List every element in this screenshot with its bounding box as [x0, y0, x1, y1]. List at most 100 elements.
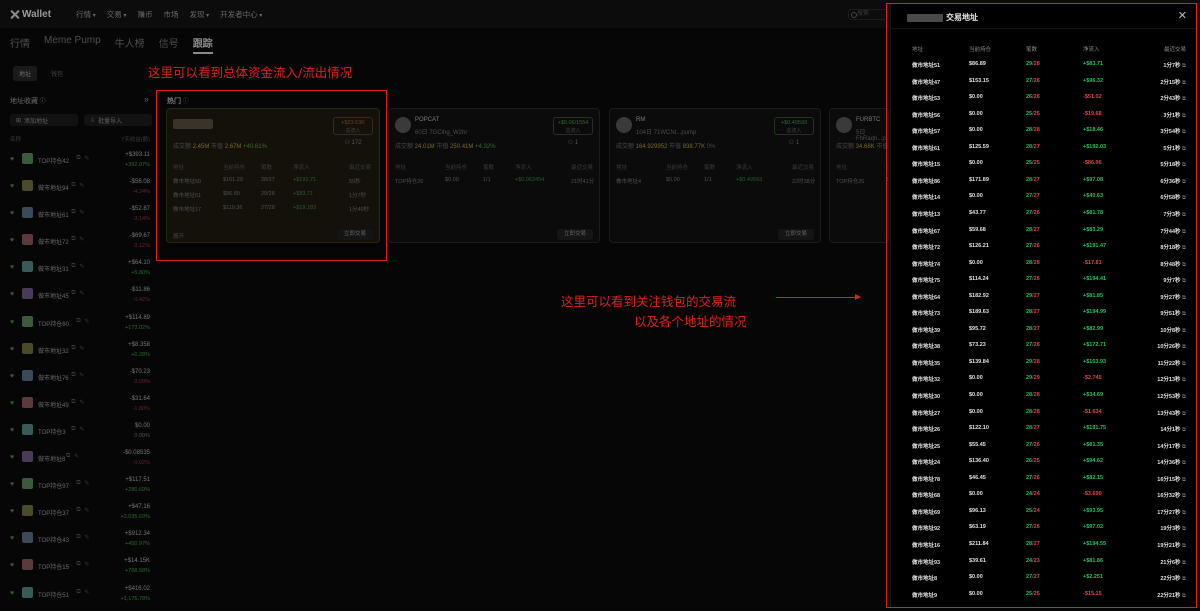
favorite-icon[interactable]: ♥ [10, 562, 17, 569]
copy-icon[interactable]: ⧉ [71, 426, 75, 433]
edit-icon[interactable]: ✎ [79, 290, 84, 297]
favorite-icon[interactable]: ♥ [10, 535, 17, 542]
nav-item[interactable]: 市场 [163, 9, 178, 20]
copy-icon[interactable]: ⧉ [76, 561, 80, 568]
card-table-row[interactable]: TOP持仓26 $0.00 1/1 +$0.062454 21时41分 [395, 177, 595, 191]
favorite-icon[interactable]: ♥ [10, 156, 17, 163]
nav-item[interactable]: 交易 [107, 9, 127, 20]
copy-icon[interactable]: ⧉ [76, 480, 80, 487]
card-table-row[interactable]: TOP持仓26$0.00 [836, 177, 888, 191]
watchlist-item[interactable]: ♥ 做市地址49 ⧉ ✎ -$31.64 -1.80% [0, 391, 156, 418]
trade-now-button[interactable]: 立即交易 [778, 229, 814, 240]
copy-icon[interactable]: ⧉ [71, 290, 75, 297]
watchlist-item[interactable]: ♥ 做市地址76 ⧉ ✎ -$70.23 -3.09% [0, 364, 156, 391]
edit-icon[interactable]: ✎ [79, 236, 84, 243]
copy-icon[interactable]: ⧉ [71, 263, 75, 270]
copy-icon[interactable]: ⧉ [76, 589, 80, 596]
copy-icon[interactable]: ⧉ [66, 453, 70, 460]
edit-icon[interactable]: ✎ [79, 263, 84, 270]
edit-icon[interactable]: ✎ [79, 345, 84, 352]
main-tab[interactable]: 跟踪 [192, 35, 213, 54]
card-cell: TOP持仓26 [395, 179, 424, 185]
favorite-icon[interactable]: ♥ [10, 210, 17, 217]
watchlist-item[interactable]: ♥ TOP持仓42 ⧉ ✎ +$393.11 +392.07% [0, 147, 156, 174]
watchlist-item-value: +$47.16 [128, 504, 150, 511]
watchlist-item[interactable]: ♥ 做市地址31 ⧉ ✎ +$64.10 +5.80% [0, 255, 156, 282]
watchlist-item[interactable]: ♥ 做市地址45 ⧉ ✎ -$11.86 -0.42% [0, 282, 156, 309]
favorite-icon[interactable]: ♥ [10, 481, 17, 488]
logo-text: Wallet [22, 8, 52, 20]
main-tab[interactable]: 信号 [159, 35, 179, 54]
copy-icon[interactable]: ⧉ [71, 399, 75, 406]
favorite-icon[interactable]: ♥ [10, 264, 17, 271]
edit-icon[interactable]: ✎ [84, 561, 89, 568]
favorite-icon[interactable]: ♥ [10, 346, 17, 353]
collapse-icon[interactable]: » [144, 94, 149, 104]
favorite-icon[interactable]: ♥ [10, 237, 17, 244]
watchlist-item[interactable]: ♥ TOP持仓15 ⧉ ✎ +$14.15K +708.58% [0, 553, 156, 580]
card-table-row[interactable]: 做市地址4 $0.00 1/1 +$0.49593 22时38分 [616, 177, 816, 191]
edit-icon[interactable]: ✎ [84, 589, 89, 596]
nav-item[interactable]: 赚币 [137, 9, 152, 20]
edit-icon[interactable]: ✎ [79, 182, 84, 189]
hot-token-card[interactable]: RM 104日 71WCNt...pump +$0.49593 总流入 ⚇ 1 成交额 1… [609, 108, 821, 243]
edit-icon[interactable]: ✎ [84, 507, 89, 514]
watchlist-item[interactable]: ♥ TOP持仓3 ⧉ ✎ $0.00 0.00% [0, 418, 156, 445]
nav-item[interactable]: 发现 [189, 9, 209, 20]
add-address-button[interactable]: ⊞ 添加地址 [10, 114, 78, 126]
trade-now-button[interactable]: 立即交易 [557, 229, 593, 240]
nav-item[interactable]: 开发者中心 [220, 9, 262, 20]
watchlist-item[interactable]: ♥ TOP持仓60 ⧉ ✎ +$114.89 +173.02% [0, 310, 156, 337]
watchlist-item[interactable]: ♥ TOP持仓97 ⧉ ✎ +$117.51 +280.69% [0, 472, 156, 499]
hot-token-card[interactable]: POPCAT 60日 7GCihg_W2hr +$0.06/1554 总流入 ⚇ 1 成交… [388, 108, 600, 243]
sub-tab[interactable]: 地址 [13, 66, 38, 81]
import-button[interactable]: ⇩ 批量导入 [84, 114, 152, 126]
copy-icon[interactable]: ⧉ [76, 318, 80, 325]
watchlist-item[interactable]: ♥ 做市地址61 ⧉ ✎ -$52.87 -3.14% [0, 201, 156, 228]
copy-icon[interactable]: ⧉ [71, 209, 75, 216]
watchlist-item-pct: -3.14% [132, 216, 150, 223]
copy-icon[interactable]: ⧉ [71, 182, 75, 189]
copy-icon[interactable]: ⧉ [71, 236, 75, 243]
main-tab[interactable]: Meme Pump [44, 35, 101, 54]
copy-icon[interactable]: ⧉ [71, 345, 75, 352]
copy-icon[interactable]: ⧉ [71, 372, 75, 379]
favorite-icon[interactable]: ♥ [10, 319, 17, 326]
edit-icon[interactable]: ✎ [79, 399, 84, 406]
copy-icon[interactable]: ⧉ [76, 534, 80, 541]
edit-icon[interactable]: ✎ [79, 426, 84, 433]
favorite-icon[interactable]: ♥ [10, 400, 17, 407]
copy-icon[interactable]: ⧉ [76, 155, 80, 162]
watchlist-item[interactable]: ♥ 做市地址94 ⧉ ✎ -$56.08 -4.24% [0, 174, 156, 201]
edit-icon[interactable]: ✎ [84, 155, 89, 162]
favorite-icon[interactable]: ♥ [10, 590, 17, 597]
hot-token-card[interactable]: FURBTC 5日 FhRaqh...pump成交额 34.68K 市值地址当前持… [829, 108, 889, 243]
annotation-arrow [776, 294, 861, 300]
edit-icon[interactable]: ✎ [79, 209, 84, 216]
edit-icon[interactable]: ✎ [79, 372, 84, 379]
main-tab[interactable]: 行情 [10, 35, 30, 54]
avatar [22, 288, 33, 300]
favorite-icon[interactable]: ♥ [10, 427, 17, 434]
copy-icon[interactable]: ⧉ [76, 507, 80, 514]
sub-tab[interactable]: 钱包 [45, 66, 69, 81]
watchlist-item[interactable]: ♥ 做市地址32 ⧉ ✎ +$8.358 +0.28% [0, 337, 156, 364]
favorite-icon[interactable]: ♥ [10, 508, 17, 515]
edit-icon[interactable]: ✎ [84, 480, 89, 487]
wallet-logo[interactable]: Wallet [10, 9, 51, 20]
watchlist-item[interactable]: ♥ TOP持仓37 ⧉ ✎ +$47.16 +2,035.69% [0, 499, 156, 526]
watchlist-item[interactable]: ♥ TOP持仓51 ⧉ ✎ +$416.02 +1,175.78% [0, 581, 156, 608]
search-input[interactable]: 搜索 [848, 9, 888, 20]
main-tab[interactable]: 牛人榜 [115, 35, 145, 54]
favorite-icon[interactable]: ♥ [10, 454, 17, 461]
favorite-icon[interactable]: ♥ [10, 373, 17, 380]
watchlist-item[interactable]: ♥ 做市地址72 ⧉ ✎ -$69.67 -3.12% [0, 228, 156, 255]
favorite-icon[interactable]: ♥ [10, 291, 17, 298]
nav-item[interactable]: 行情 [76, 9, 96, 20]
edit-icon[interactable]: ✎ [84, 318, 89, 325]
watchlist-item[interactable]: ♥ 做市地址8 ⧉ ✎ -$0.08535 -0.02% [0, 445, 156, 472]
watchlist-item[interactable]: ♥ TOP持仓43 ⧉ ✎ +$912.34 +450.97% [0, 526, 156, 553]
edit-icon[interactable]: ✎ [84, 534, 89, 541]
edit-icon[interactable]: ✎ [74, 453, 79, 460]
favorite-icon[interactable]: ♥ [10, 183, 17, 190]
